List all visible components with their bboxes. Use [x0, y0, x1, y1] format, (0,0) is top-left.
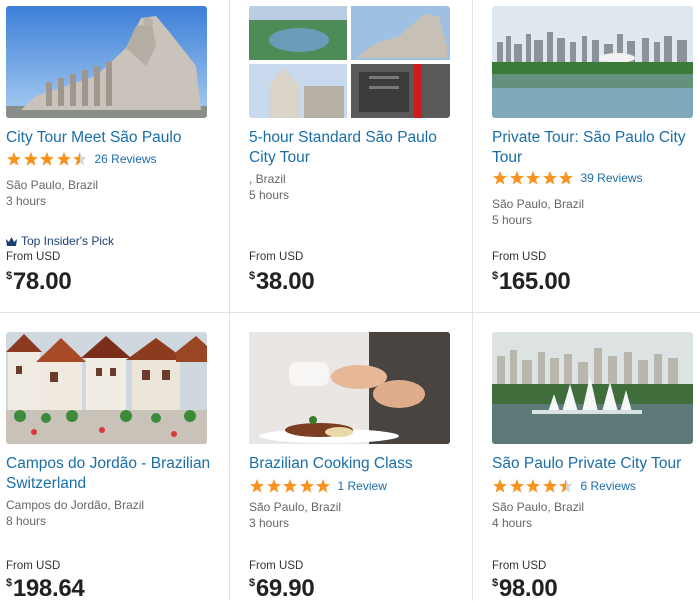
rating-stars: [249, 478, 332, 494]
rating-stars: [492, 478, 575, 494]
tour-price: $78.00: [6, 268, 72, 296]
star-icon: [23, 152, 38, 166]
price-value: 38.00: [255, 268, 315, 295]
tour-title[interactable]: City Tour Meet São Paulo: [6, 128, 221, 148]
tour-image-campos-do-jordao[interactable]: [6, 332, 207, 444]
column-divider: [229, 0, 230, 601]
tour-image-bandeiras-monument[interactable]: [6, 6, 207, 118]
star-icon: [526, 479, 540, 493]
column-divider: [472, 0, 473, 601]
star-icon: [56, 152, 71, 166]
star-icon: [73, 152, 87, 166]
price-value: 69.90: [255, 575, 315, 602]
tour-duration: 3 hours: [6, 194, 47, 208]
from-price-label: From USD: [492, 251, 547, 263]
tour-card[interactable]: São Paulo Private City Tour 6 Reviews Sã…: [492, 332, 700, 603]
row-divider: [0, 312, 700, 313]
rating-stars: [492, 170, 575, 186]
price-value: 98.00: [498, 575, 558, 602]
star-icon: [526, 171, 540, 185]
star-icon: [493, 479, 507, 493]
tour-image-ibirapuera-skyline[interactable]: [492, 6, 693, 118]
tour-price: $38.00: [249, 268, 315, 296]
star-icon: [493, 171, 507, 185]
star-icon: [542, 479, 557, 493]
tour-card[interactable]: Private Tour: São Paulo City Tour 39 Rev…: [492, 6, 700, 306]
star-icon: [7, 152, 21, 166]
insider-pick-label: Top Insider's Pick: [21, 234, 114, 248]
insider-pick-badge: Top Insider's Pick: [6, 234, 114, 248]
tour-image-collage[interactable]: [249, 6, 450, 118]
from-price-label: From USD: [6, 560, 61, 572]
tour-duration: 8 hours: [6, 514, 47, 528]
crown-icon: [6, 236, 17, 246]
tour-price: $198.64: [6, 575, 85, 603]
tour-location: São Paulo, Brazil: [492, 500, 585, 514]
tour-location: São Paulo, Brazil: [249, 500, 342, 514]
reviews-link[interactable]: 1 Review: [338, 479, 387, 493]
currency-symbol: $: [6, 270, 12, 282]
tour-location: São Paulo, Brazil: [492, 197, 585, 211]
tour-title[interactable]: São Paulo Private City Tour: [492, 454, 700, 474]
star-icon: [283, 479, 297, 493]
rating-stars: [6, 151, 89, 167]
reviews-link[interactable]: 26 Reviews: [95, 152, 157, 166]
tour-price: $98.00: [492, 575, 558, 603]
from-price-label: From USD: [6, 251, 61, 263]
currency-symbol: $: [6, 577, 12, 589]
reviews-link[interactable]: 39 Reviews: [581, 171, 643, 185]
tour-duration: 4 hours: [492, 516, 533, 530]
currency-symbol: $: [492, 270, 498, 282]
tour-card[interactable]: 5-hour Standard São Paulo City Tour , Br…: [249, 6, 464, 306]
tour-title[interactable]: Private Tour: São Paulo City Tour: [492, 128, 700, 168]
from-price-label: From USD: [249, 560, 304, 572]
tour-location: , Brazil: [249, 172, 286, 186]
star-icon: [509, 479, 524, 493]
tour-card[interactable]: Brazilian Cooking Class 1 Review São Pau…: [249, 332, 464, 603]
currency-symbol: $: [249, 270, 255, 282]
tour-duration: 3 hours: [249, 516, 290, 530]
star-icon: [559, 171, 573, 185]
tour-duration: 5 hours: [249, 188, 290, 202]
star-icon: [509, 171, 524, 185]
tour-rating: 1 Review: [249, 478, 387, 494]
tour-rating: 26 Reviews: [6, 151, 157, 167]
tour-location: Campos do Jordão, Brazil: [6, 498, 145, 512]
price-value: 165.00: [498, 268, 571, 295]
tour-title[interactable]: Campos do Jordão - Brazilian Switzerland: [6, 454, 221, 494]
tour-title[interactable]: Brazilian Cooking Class: [249, 454, 464, 474]
price-value: 198.64: [12, 575, 85, 602]
tour-card[interactable]: Campos do Jordão - Brazilian Switzerland…: [6, 332, 221, 603]
tour-image-fountain-skyline[interactable]: [492, 332, 693, 444]
tour-rating: 39 Reviews: [492, 170, 643, 186]
tour-location: São Paulo, Brazil: [6, 178, 99, 192]
star-icon: [40, 152, 54, 166]
tour-card[interactable]: City Tour Meet São Paulo 26 Reviews São …: [6, 6, 221, 306]
tour-title[interactable]: 5-hour Standard São Paulo City Tour: [249, 128, 464, 168]
currency-symbol: $: [249, 577, 255, 589]
tour-results-grid: City Tour Meet São Paulo 26 Reviews São …: [0, 0, 700, 603]
from-price-label: From USD: [492, 560, 547, 572]
tour-price: $165.00: [492, 268, 571, 296]
reviews-link[interactable]: 6 Reviews: [581, 479, 636, 493]
star-icon: [299, 479, 314, 493]
tour-duration: 5 hours: [492, 213, 533, 227]
star-icon: [559, 479, 573, 493]
currency-symbol: $: [492, 577, 498, 589]
tour-image-chef-cooking[interactable]: [249, 332, 450, 444]
star-icon: [316, 479, 330, 493]
tour-price: $69.90: [249, 575, 315, 603]
star-icon: [542, 171, 557, 185]
star-icon: [266, 479, 281, 493]
price-value: 78.00: [12, 268, 72, 295]
tour-rating: 6 Reviews: [492, 478, 636, 494]
from-price-label: From USD: [249, 251, 304, 263]
star-icon: [250, 479, 264, 493]
